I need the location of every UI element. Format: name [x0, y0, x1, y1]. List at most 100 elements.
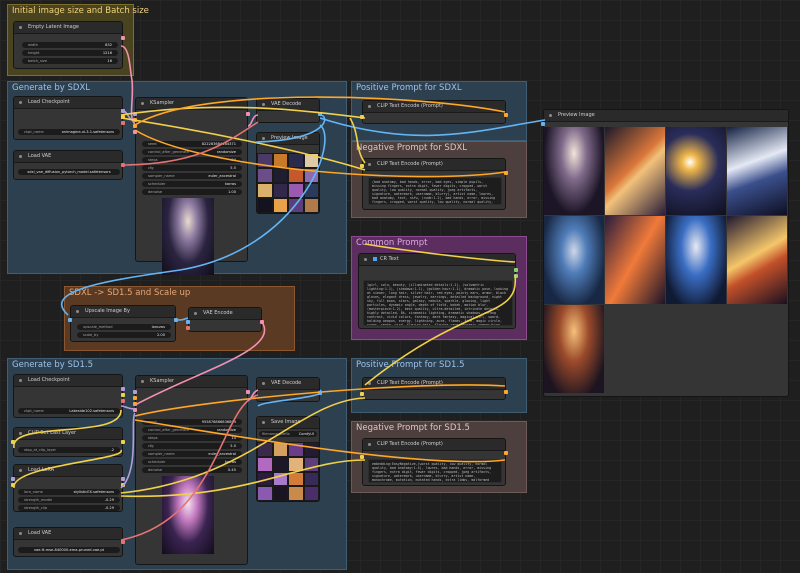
collapse-dot-icon[interactable]: [19, 155, 22, 158]
control-after-generate-widget[interactable]: control_after_generate randomize: [142, 149, 242, 155]
collapse-dot-icon[interactable]: [76, 310, 79, 313]
collapse-dot-icon[interactable]: [19, 26, 22, 29]
collapse-dot-icon[interactable]: [262, 382, 265, 385]
model-input-port[interactable]: [133, 112, 137, 116]
ckpt-name-widget[interactable]: ckpt_name animagine-xl-3.1.safetensors: [18, 129, 120, 135]
height-widget[interactable]: height 1216: [22, 50, 118, 56]
node-sd15-save-image[interactable]: Save Image filename_prefix ComfyUI: [256, 416, 320, 502]
clip-output-port[interactable]: [121, 483, 125, 487]
gallery-image[interactable]: [727, 216, 787, 304]
node-sdxl-load-vae[interactable]: Load VAE sdxl_vae_diffusion_pytorch_mode…: [13, 150, 125, 180]
node-sd15-ksampler[interactable]: KSampler seed 955876866836894 control_aft…: [133, 375, 250, 565]
clip-output-port[interactable]: [121, 115, 125, 119]
images-input-port[interactable]: [541, 122, 545, 126]
node-sdxl-ksampler[interactable]: KSampler seed 822283684484371 control_aft…: [133, 97, 250, 275]
seed-widget[interactable]: seed 822283684484371: [142, 141, 242, 147]
node-canvas[interactable]: Initial image size and Batch size Empty …: [0, 0, 800, 573]
node-sdxl-vae-decode[interactable]: VAE Decode: [256, 98, 322, 123]
image-output-port[interactable]: [318, 112, 322, 116]
gallery-image[interactable]: [605, 127, 665, 215]
node-upscale-vae-encode[interactable]: VAE Encode: [186, 307, 264, 332]
negative-prompt-textarea[interactable]: (bad anatomy, bad hands, error, bad eyes…: [368, 177, 502, 205]
conditioning-output-port[interactable]: [504, 113, 508, 117]
clip-input-port[interactable]: [360, 392, 364, 396]
gallery-image[interactable]: [544, 305, 604, 393]
filename-prefix-widget[interactable]: filename_prefix ComfyUI: [259, 431, 317, 437]
clip-output-port[interactable]: [121, 440, 125, 444]
cfg-widget[interactable]: cfg 5.5: [142, 165, 242, 171]
latent-input-port[interactable]: [133, 130, 137, 134]
node-sdxl-load-checkpoint[interactable]: Load Checkpoint ckpt_name animagine-xl-3.…: [13, 96, 125, 140]
collapse-dot-icon[interactable]: [364, 258, 367, 261]
gallery-image[interactable]: [666, 127, 726, 215]
clip-input-port[interactable]: [360, 164, 364, 168]
vae-input-port[interactable]: [186, 326, 190, 330]
gallery-image[interactable]: [544, 127, 604, 215]
sampler-name-widget[interactable]: sampler_name euler_ancestral: [142, 451, 242, 457]
vae-name-widget[interactable]: sdxl_vae_diffusion_pytorch_model.safeten…: [18, 169, 120, 175]
negative-input-port[interactable]: [133, 402, 137, 406]
sampler-name-widget[interactable]: sampler_name euler_ancestral: [142, 173, 242, 179]
node-sd15-vae-decode[interactable]: VAE Decode: [256, 377, 322, 402]
scheduler-widget[interactable]: scheduler karras: [142, 181, 242, 187]
gallery-image[interactable]: [544, 216, 604, 304]
negative-input-port[interactable]: [133, 124, 137, 128]
scheduler-widget[interactable]: scheduler karras: [142, 459, 242, 465]
conditioning-output-port[interactable]: [504, 451, 508, 455]
latent-output-port[interactable]: [246, 112, 250, 116]
collapse-dot-icon[interactable]: [19, 532, 22, 535]
node-sd15-load-lora[interactable]: Load LoRA lora_name stylisticEX.safetenso…: [11, 464, 125, 512]
collapse-dot-icon[interactable]: [19, 469, 22, 472]
clip-input-port[interactable]: [11, 440, 15, 444]
model-output-port[interactable]: [121, 109, 125, 113]
vae-output-port[interactable]: [121, 163, 125, 167]
scale-by-widget[interactable]: scale_by 2.00: [77, 332, 171, 338]
ckpt-name-widget[interactable]: ckpt_name Lakeside102.safetensors: [18, 408, 120, 414]
collapse-dot-icon[interactable]: [368, 163, 371, 166]
image-output-port[interactable]: [174, 318, 178, 322]
node-negative-sd15-clip-encode[interactable]: CLIP Text Encode (Prompt) embedding:Easy…: [360, 438, 508, 486]
steps-widget[interactable]: steps 14: [142, 435, 242, 441]
collapse-dot-icon[interactable]: [141, 102, 144, 105]
text-output-port[interactable]: [514, 268, 518, 272]
node-sd15-clip-set-last-layer[interactable]: CLIP Set Last Layer stop_at_clip_layer -2: [11, 427, 125, 457]
gallery-image[interactable]: [605, 216, 665, 304]
positive-input-port[interactable]: [133, 396, 137, 400]
vae-output-port[interactable]: [121, 540, 125, 544]
model-output-port[interactable]: [121, 387, 125, 391]
collapse-dot-icon[interactable]: [368, 105, 371, 108]
collapse-dot-icon[interactable]: [549, 114, 552, 117]
collapse-dot-icon[interactable]: [194, 312, 197, 315]
common-prompt-textarea[interactable]: 1girl, solo, beauty, (illuminated detail…: [363, 280, 513, 326]
collapse-dot-icon[interactable]: [262, 137, 265, 140]
collapse-dot-icon[interactable]: [19, 379, 22, 382]
upscale-method-widget[interactable]: upscale_method lanczos: [77, 324, 171, 330]
control-after-generate-widget[interactable]: control_after_generate randomize: [142, 427, 242, 433]
collapse-dot-icon[interactable]: [262, 103, 265, 106]
negative-prompt-textarea[interactable]: embedding:EasyNegative,(worst quality, l…: [368, 459, 502, 483]
cfg-widget[interactable]: cfg 5.0: [142, 443, 242, 449]
clip-input-port[interactable]: [360, 455, 364, 459]
node-empty-latent[interactable]: Empty Latent Image width 832 height 1216 b…: [13, 21, 125, 69]
node-common-cr-text[interactable]: CR Text 1girl, solo, beauty, (illuminate…: [358, 253, 518, 329]
model-input-port[interactable]: [133, 390, 137, 394]
vae-output-port[interactable]: [121, 121, 125, 125]
text-output-port-2[interactable]: [514, 274, 518, 278]
node-positive-sd15-clip-encode[interactable]: CLIP Text Encode (Prompt): [360, 377, 508, 400]
image-input-port[interactable]: [68, 318, 72, 322]
node-sd15-load-checkpoint[interactable]: Load Checkpoint ckpt_name Lakeside102.saf…: [13, 374, 125, 418]
collapse-dot-icon[interactable]: [368, 443, 371, 446]
positive-input-port[interactable]: [133, 118, 137, 122]
clip-input-port[interactable]: [360, 115, 364, 119]
node-negative-sdxl-clip-encode[interactable]: CLIP Text Encode (Prompt) (bad anatomy, …: [360, 158, 508, 210]
node-upscale-image-by[interactable]: Upscale Image By upscale_method lanczos s…: [68, 305, 178, 342]
pixels-input-port[interactable]: [186, 320, 190, 324]
seed-widget[interactable]: seed 955876866836894: [142, 419, 242, 425]
latent-input-port[interactable]: [133, 408, 137, 412]
collapse-dot-icon[interactable]: [368, 382, 371, 385]
width-widget[interactable]: width 832: [22, 42, 118, 48]
steps-widget[interactable]: steps 24: [142, 157, 242, 163]
node-sd15-load-vae[interactable]: Load VAE vae-ft-mse-840000-ema-pruned.va…: [13, 527, 125, 557]
lora-name-widget[interactable]: lora_name stylisticEX.safetensors: [18, 489, 120, 495]
denoise-widget[interactable]: denoise 1.00: [142, 189, 242, 195]
